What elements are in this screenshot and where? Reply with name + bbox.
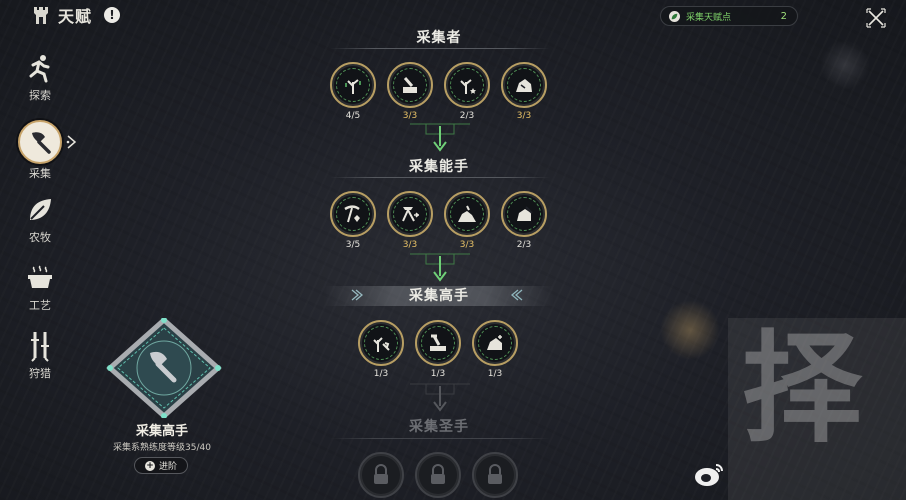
lock-icon: [478, 458, 512, 492]
sapling-arrows-icon: [336, 68, 370, 102]
rank-title: 采集高手: [135, 424, 188, 439]
ore-sparkle-icon: [478, 326, 512, 360]
talent-points-badge: 采集天赋点 2: [660, 6, 798, 26]
axe-icon: [18, 120, 62, 164]
talent-node-locked[interactable]: [472, 452, 518, 498]
talent-node[interactable]: 3/3: [444, 191, 490, 250]
talent-node[interactable]: 3/5: [330, 191, 376, 250]
proficiency-level: 采集系熟练度等级35/40: [113, 443, 211, 453]
tier-connector: [410, 253, 470, 282]
divider: [330, 438, 550, 439]
cooking-pot-icon: [18, 260, 62, 296]
castle-tower-icon: [32, 5, 50, 25]
sidebar-item-crafting[interactable]: 工艺: [18, 260, 62, 313]
explore-runner-icon: [18, 50, 62, 86]
chevron-left-icon: [510, 288, 524, 305]
talent-node[interactable]: 3/3: [387, 191, 433, 250]
talent-node[interactable]: 1/3: [358, 320, 404, 379]
advance-button[interactable]: + 进阶: [134, 457, 188, 474]
log-axe-icon: [421, 326, 455, 360]
pickaxe-crystal-icon: [336, 197, 370, 231]
node-progress: 1/3: [487, 369, 503, 379]
header: 天赋 !: [32, 4, 121, 26]
divider: [330, 177, 550, 178]
sidebar-item-explore[interactable]: 探索: [18, 50, 62, 103]
talent-node[interactable]: 4/5: [330, 62, 376, 121]
talent-points-label: 采集天赋点: [686, 12, 732, 23]
talent-node[interactable]: 3/3: [501, 62, 547, 121]
talent-node[interactable]: 1/3: [415, 320, 461, 379]
talent-points-value: 2: [780, 10, 787, 22]
tier-connector: [410, 123, 470, 152]
talent-node-locked[interactable]: [415, 452, 461, 498]
advance-label: 进阶: [158, 462, 177, 472]
sidebar-item-farming[interactable]: 农牧: [18, 192, 62, 245]
sidebar-item-label: 采集: [29, 167, 51, 180]
chopping-stump-icon: [393, 68, 427, 102]
tier-connector: [410, 383, 470, 412]
tier-title: 采集圣手: [409, 419, 469, 435]
node-progress: 3/3: [516, 111, 532, 121]
sidebar-item-label: 探索: [29, 89, 51, 102]
crafting-tool-icon: [393, 197, 427, 231]
ambient-glow: [660, 300, 720, 360]
lock-icon: [421, 458, 455, 492]
sapling-star-icon: [450, 68, 484, 102]
tier-title: 采集者: [416, 30, 462, 46]
sidebar-item-gather[interactable]: 采集: [18, 120, 77, 181]
talent-node[interactable]: 2/3: [501, 191, 547, 250]
rock-pile-icon: [450, 197, 484, 231]
talent-node[interactable]: 3/3: [387, 62, 433, 121]
sidebar-item-hunting[interactable]: 狩猎: [18, 328, 62, 381]
page-title: 天赋: [58, 7, 93, 26]
sapling-axe-icon: [364, 326, 398, 360]
divider: [330, 48, 550, 49]
talent-leaf-icon: [669, 10, 680, 22]
tier-title: 采集能手: [409, 159, 469, 175]
chevron-right-icon: [66, 134, 78, 153]
ambient-glow: [820, 40, 870, 90]
node-progress: 2/3: [516, 240, 532, 250]
talent-node[interactable]: 1/3: [472, 320, 518, 379]
plus-icon: +: [144, 460, 155, 471]
rank-emblem: [106, 316, 222, 420]
sidebar-item-label: 狩猎: [29, 367, 51, 380]
sidebar-item-label: 农牧: [29, 231, 51, 244]
info-icon[interactable]: !: [104, 7, 121, 23]
close-icon[interactable]: [864, 6, 888, 30]
talent-node[interactable]: 2/3: [444, 62, 490, 121]
sidebar-item-label: 工艺: [29, 299, 51, 312]
watermark-char: 择: [742, 320, 862, 459]
leaf-icon: [18, 192, 62, 228]
ore-pickaxe-icon: [507, 197, 541, 231]
ore-rock-icon: [507, 68, 541, 102]
talent-node-locked[interactable]: [358, 452, 404, 498]
lock-icon: [364, 458, 398, 492]
hunting-tools-icon: [18, 328, 62, 364]
weibo-logo-icon: [694, 462, 724, 488]
